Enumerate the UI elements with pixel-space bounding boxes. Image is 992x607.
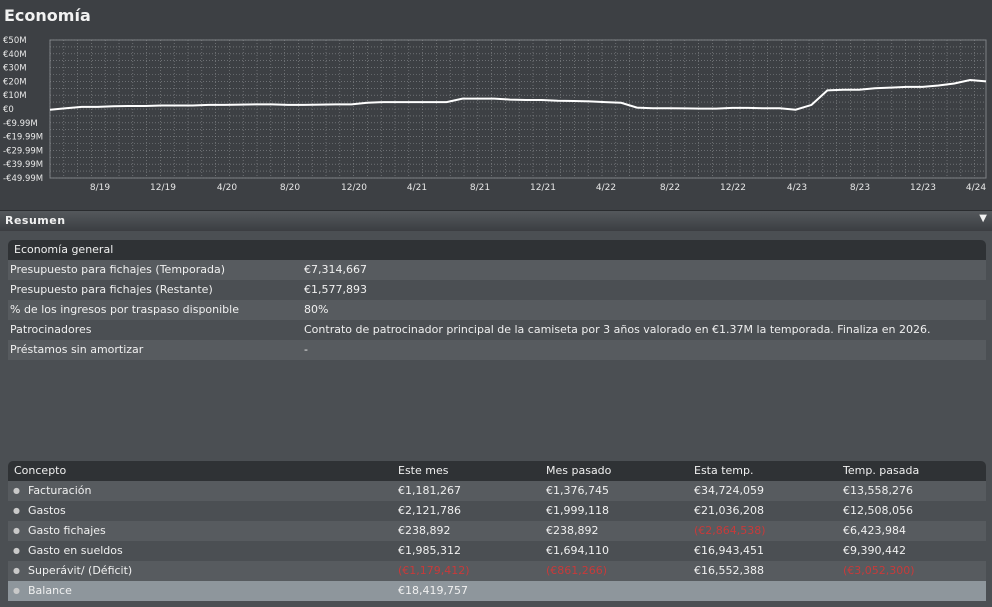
- finance-value: €18,419,757: [398, 584, 468, 597]
- finance-value: €1,181,267: [398, 484, 461, 497]
- finance-value: €12,508,056: [843, 504, 913, 517]
- x-tick-label: 4/23: [787, 183, 807, 193]
- x-tick-label: 8/23: [850, 183, 870, 193]
- finance-value: €13,558,276: [843, 484, 913, 497]
- finance-table-header: Concepto Este mes Mes pasado Esta temp. …: [8, 461, 986, 481]
- expand-bullet-icon[interactable]: ●: [13, 501, 20, 521]
- finance-value: €9,390,442: [843, 544, 906, 557]
- finance-concept: Balance: [28, 584, 72, 597]
- finance-row[interactable]: ● Gastos €2,121,786 €1,999,118 €21,036,208 €1…: [8, 501, 986, 521]
- column-header-last-season[interactable]: Temp. pasada: [843, 461, 919, 481]
- column-header-last-month[interactable]: Mes pasado: [546, 461, 611, 481]
- page-title: Economía: [4, 6, 91, 25]
- finance-value: (€2,864,538): [694, 524, 766, 537]
- general-row: Presupuesto para fichajes (Temporada) €7…: [8, 260, 986, 280]
- expand-bullet-icon[interactable]: ●: [13, 521, 20, 541]
- x-tick-label: 12/20: [341, 183, 367, 193]
- x-tick-label: 12/23: [910, 183, 936, 193]
- x-tick-label: 4/22: [596, 183, 616, 193]
- expand-bullet-icon[interactable]: ●: [13, 581, 20, 601]
- finance-concept: Gastos: [28, 504, 66, 517]
- finance-value: €238,892: [398, 524, 451, 537]
- y-tick-label: €50M: [3, 36, 27, 46]
- y-tick-label: -€39.99M: [3, 160, 43, 170]
- column-header-concept[interactable]: Concepto: [14, 461, 66, 481]
- general-row-value: €1,577,893: [304, 283, 367, 296]
- general-economy-title: Economía general: [14, 243, 114, 256]
- x-tick-label: 8/19: [90, 183, 110, 193]
- general-row: Patrocinadores Contrato de patrocinador …: [8, 320, 986, 340]
- general-row: % de los ingresos por traspaso disponibl…: [8, 300, 986, 320]
- finance-concept: Superávit/ (Déficit): [28, 564, 133, 577]
- general-row-label: Presupuesto para fichajes (Restante): [10, 283, 213, 296]
- column-header-this-month[interactable]: Este mes: [398, 461, 448, 481]
- finance-value: €2,121,786: [398, 504, 461, 517]
- general-row-label: % de los ingresos por traspaso disponibl…: [10, 303, 239, 316]
- column-header-this-season[interactable]: Esta temp.: [694, 461, 754, 481]
- y-tick-label: -€19.99M: [3, 133, 43, 143]
- general-row: Préstamos sin amortizar -: [8, 340, 986, 360]
- finance-value: €16,552,388: [694, 564, 764, 577]
- y-tick-label: €0: [3, 105, 14, 115]
- x-tick-label: 8/20: [280, 183, 300, 193]
- general-economy-panel: Economía general Presupuesto para fichaj…: [8, 240, 986, 360]
- finance-value: (€861,266): [546, 564, 608, 577]
- finance-value: €1,985,312: [398, 544, 461, 557]
- y-tick-label: €20M: [3, 77, 27, 87]
- finance-value: €16,943,451: [694, 544, 764, 557]
- x-tick-label: 12/22: [720, 183, 746, 193]
- y-tick-label: €40M: [3, 50, 27, 60]
- finance-value: (€3,052,300): [843, 564, 915, 577]
- y-tick-label: -€29.99M: [3, 146, 43, 156]
- finance-row[interactable]: ● Superávit/ (Déficit) (€1,179,412) (€861,2…: [8, 561, 986, 581]
- y-tick-label: -€49.99M: [3, 174, 43, 184]
- summary-section-bar[interactable]: Resumen ▼: [0, 210, 992, 231]
- collapse-triangle-icon[interactable]: ▼: [979, 213, 987, 224]
- general-row-label: Préstamos sin amortizar: [10, 343, 144, 356]
- chart-area: Economía €50M €40M €30M €20M €10M €0 -€9.99M -€…: [0, 0, 992, 210]
- x-tick-label: 12/21: [530, 183, 556, 193]
- balance-chart: €50M €40M €30M €20M €10M €0 -€9.99M -€19.99M -€2…: [3, 36, 987, 193]
- finance-value: €21,036,208: [694, 504, 764, 517]
- expand-bullet-icon[interactable]: ●: [13, 481, 20, 501]
- general-row-value: Contrato de patrocinador principal de la…: [304, 323, 931, 336]
- finance-value: €1,694,110: [546, 544, 609, 557]
- finance-row[interactable]: ● Facturación €1,181,267 €1,376,745 €34,724,…: [8, 481, 986, 501]
- general-economy-header: Economía general: [8, 240, 986, 260]
- expand-bullet-icon[interactable]: ●: [13, 541, 20, 561]
- general-row: Presupuesto para fichajes (Restante) €1,…: [8, 280, 986, 300]
- x-tick-label: 12/19: [150, 183, 176, 193]
- finance-table: Concepto Este mes Mes pasado Esta temp. …: [8, 461, 986, 601]
- general-row-value: 80%: [304, 303, 329, 316]
- finance-value: €34,724,059: [694, 484, 764, 497]
- finance-row[interactable]: ● Gasto en sueldos €1,985,312 €1,694,110 €16…: [8, 541, 986, 561]
- finance-row[interactable]: ● Gasto fichajes €238,892 €238,892 (€2,864,5…: [8, 521, 986, 541]
- x-tick-label: 4/24: [966, 183, 986, 193]
- y-tick-label: -€9.99M: [3, 119, 38, 129]
- finance-value: (€1,179,412): [398, 564, 470, 577]
- section-title: Resumen: [5, 214, 66, 227]
- general-row-label: Patrocinadores: [10, 323, 92, 336]
- finance-value: €6,423,984: [843, 524, 906, 537]
- y-tick-label: €10M: [3, 91, 27, 101]
- finance-value: €1,999,118: [546, 504, 609, 517]
- general-row-value: -: [304, 343, 308, 356]
- x-tick-label: 4/20: [217, 183, 237, 193]
- finance-concept: Gasto fichajes: [28, 524, 106, 537]
- general-row-label: Presupuesto para fichajes (Temporada): [10, 263, 226, 276]
- balance-row[interactable]: ● Balance €18,419,757: [8, 581, 986, 601]
- finance-concept: Facturación: [28, 484, 92, 497]
- finance-concept: Gasto en sueldos: [28, 544, 123, 557]
- finance-value: €1,376,745: [546, 484, 609, 497]
- x-tick-label: 4/21: [407, 183, 427, 193]
- finance-value: €238,892: [546, 524, 599, 537]
- expand-bullet-icon[interactable]: ●: [13, 561, 20, 581]
- general-row-value: €7,314,667: [304, 263, 367, 276]
- x-tick-label: 8/21: [470, 183, 490, 193]
- y-tick-label: €30M: [3, 64, 27, 74]
- x-tick-label: 8/22: [660, 183, 680, 193]
